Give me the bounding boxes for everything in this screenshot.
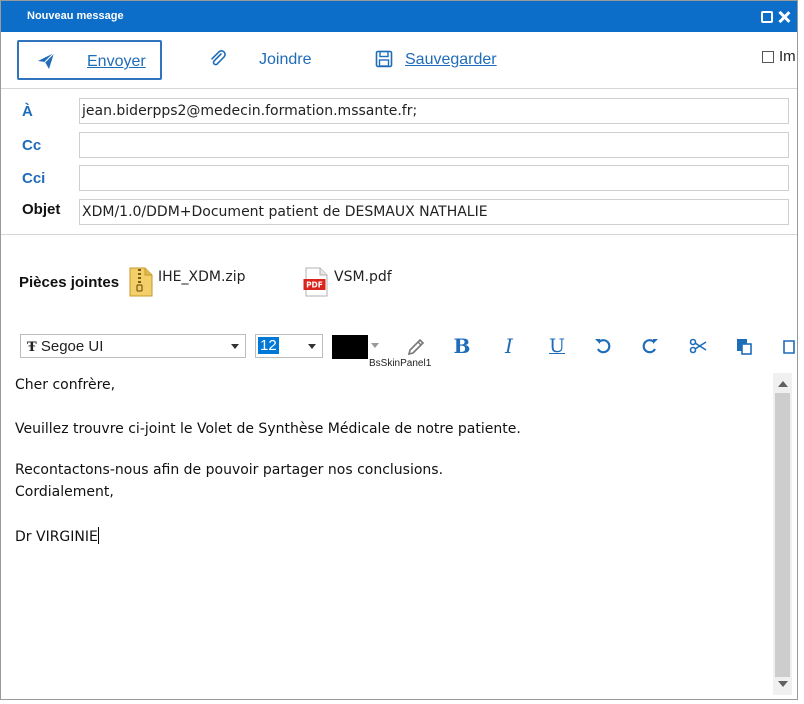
font-size-select[interactable]: 12 xyxy=(255,334,323,358)
close-icon[interactable] xyxy=(778,11,790,23)
text-color-select[interactable] xyxy=(331,334,387,359)
floppy-disk-icon xyxy=(375,50,393,68)
chevron-down-icon xyxy=(371,343,379,348)
font-size-value: 12 xyxy=(258,337,279,354)
paper-plane-icon xyxy=(37,52,55,70)
attach-label: Joindre xyxy=(259,51,312,68)
subject-field[interactable]: XDM/1.0/DDM+Document patient de DESMAUX … xyxy=(79,199,789,225)
send-button[interactable]: Envoyer xyxy=(17,40,162,80)
undo-icon[interactable] xyxy=(591,334,615,358)
new-message-window: Nouveau message Envoyer Joindre Sauvegar… xyxy=(0,0,798,700)
zip-file-icon xyxy=(129,267,153,301)
window-title: Nouveau message xyxy=(27,10,124,22)
chevron-down-icon xyxy=(231,344,239,349)
body-line: Cher confrère, xyxy=(15,377,116,393)
scrollbar-thumb[interactable] xyxy=(775,393,790,677)
message-body-editor[interactable]: Cher confrère, Veuillez trouvre ci-joint… xyxy=(1,373,773,695)
subject-label: Objet xyxy=(22,201,61,218)
scissors-icon[interactable] xyxy=(686,334,710,358)
title-bar[interactable]: Nouveau message xyxy=(1,1,797,32)
color-swatch xyxy=(332,335,368,359)
to-label: À xyxy=(22,103,33,120)
message-toolbar: Envoyer Joindre Sauvegarder xyxy=(1,32,797,89)
scroll-up-icon[interactable] xyxy=(778,381,788,387)
cc-label: Cc xyxy=(22,137,42,154)
pdf-file-icon: PDF xyxy=(303,267,329,301)
font-family-select[interactable]: Ŧ Segoe UI xyxy=(20,334,246,358)
skin-panel-label: BsSkinPanel1 xyxy=(369,358,432,369)
maximize-icon[interactable] xyxy=(761,11,773,23)
attachment-name: IHE_XDM.zip xyxy=(158,269,246,285)
divider xyxy=(1,234,797,235)
text-caret xyxy=(97,527,99,544)
scroll-down-icon[interactable] xyxy=(778,681,788,687)
font-family-value: Ŧ Segoe UI xyxy=(27,338,104,355)
font-icon: Ŧ xyxy=(27,340,37,355)
checkbox-label: Im xyxy=(779,48,796,65)
bcc-field[interactable] xyxy=(79,165,789,191)
body-line-last: Dr VIRGINIE xyxy=(15,527,99,545)
cc-field[interactable] xyxy=(79,132,789,158)
body-line: Cordialement, xyxy=(15,484,114,500)
underline-button[interactable]: U xyxy=(545,334,569,358)
clipboard-icon[interactable] xyxy=(777,334,797,358)
paste-icon[interactable] xyxy=(732,334,756,358)
redo-icon[interactable] xyxy=(638,334,662,358)
save-button[interactable]: Sauvegarder xyxy=(373,40,513,80)
attachment-name: VSM.pdf xyxy=(334,269,392,285)
body-line: Recontactons-nous afin de pouvoir partag… xyxy=(15,462,444,478)
to-field[interactable]: jean.biderpps2@medecin.formation.mssante… xyxy=(79,98,789,124)
send-label: Envoyer xyxy=(87,53,146,70)
italic-button[interactable]: I xyxy=(497,334,521,358)
bcc-label: Cci xyxy=(22,170,46,187)
attach-button[interactable]: Joindre xyxy=(207,40,327,80)
bold-button[interactable]: B xyxy=(450,334,474,358)
pencil-icon[interactable] xyxy=(403,334,427,358)
save-label: Sauvegarder xyxy=(405,51,497,68)
paperclip-icon xyxy=(209,50,227,68)
chevron-down-icon xyxy=(308,344,316,349)
checkbox[interactable] xyxy=(762,51,774,63)
svg-text:PDF: PDF xyxy=(306,281,323,290)
attachments-label: Pièces jointes xyxy=(19,274,120,291)
body-line: Veuillez trouvre ci-joint le Volet de Sy… xyxy=(15,421,521,437)
editor-scrollbar[interactable] xyxy=(773,373,792,695)
